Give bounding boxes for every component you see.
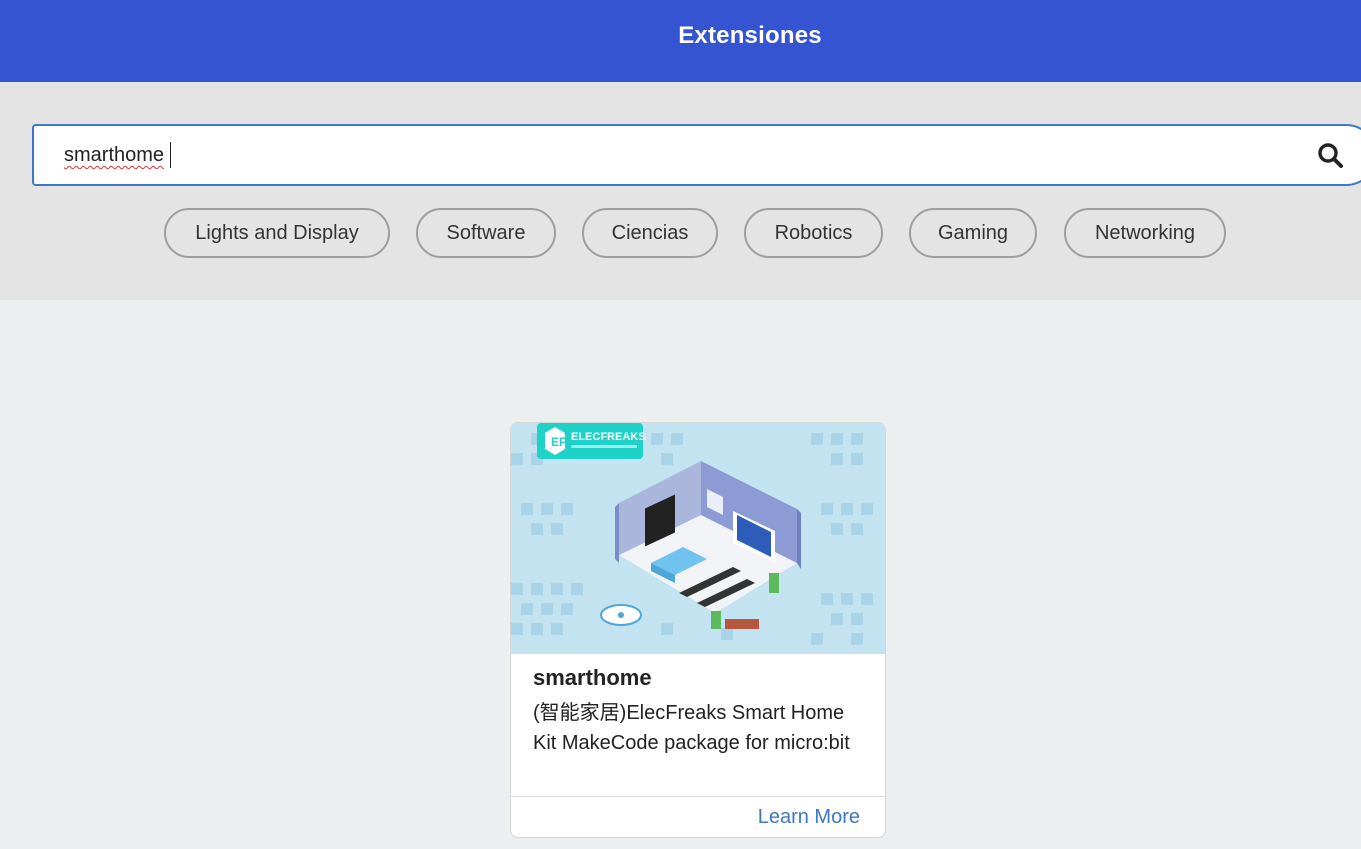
category-chip-ciencias[interactable]: Ciencias [582,208,718,258]
text-caret [170,142,171,168]
extension-description: (智能家居)ElecFreaks Smart Home Kit MakeCode… [533,702,850,754]
category-chip-networking[interactable]: Networking [1064,208,1226,258]
category-chip-lights-and-display[interactable]: Lights and Display [164,208,390,258]
category-chip-gaming[interactable]: Gaming [909,208,1037,258]
category-chips: Lights and Display Software Ciencias Rob… [0,208,1361,258]
extension-title: smarthome [533,665,652,690]
page-title: Extensiones [678,22,822,49]
search-icon [1318,143,1343,168]
extension-card[interactable]: EF ELECFREAKS smarthome (智能家居)ElecFreaks… [510,422,886,838]
search-area: smarthome Lights and Display Software Ci… [0,82,1361,300]
search-input[interactable]: smarthome [64,144,164,167]
logo-text: ELECFREAKS [571,431,646,443]
category-chip-software[interactable]: Software [416,208,556,258]
extension-card-image: EF ELECFREAKS [511,423,885,654]
learn-more-link[interactable]: Learn More [758,806,860,829]
header-bar: Extensiones [0,0,1361,82]
category-chip-robotics[interactable]: Robotics [744,208,883,258]
search-button[interactable] [1314,139,1348,173]
search-box: smarthome [32,124,1361,186]
extension-card-footer: Learn More [511,796,885,837]
svg-text:EF: EF [551,435,566,449]
